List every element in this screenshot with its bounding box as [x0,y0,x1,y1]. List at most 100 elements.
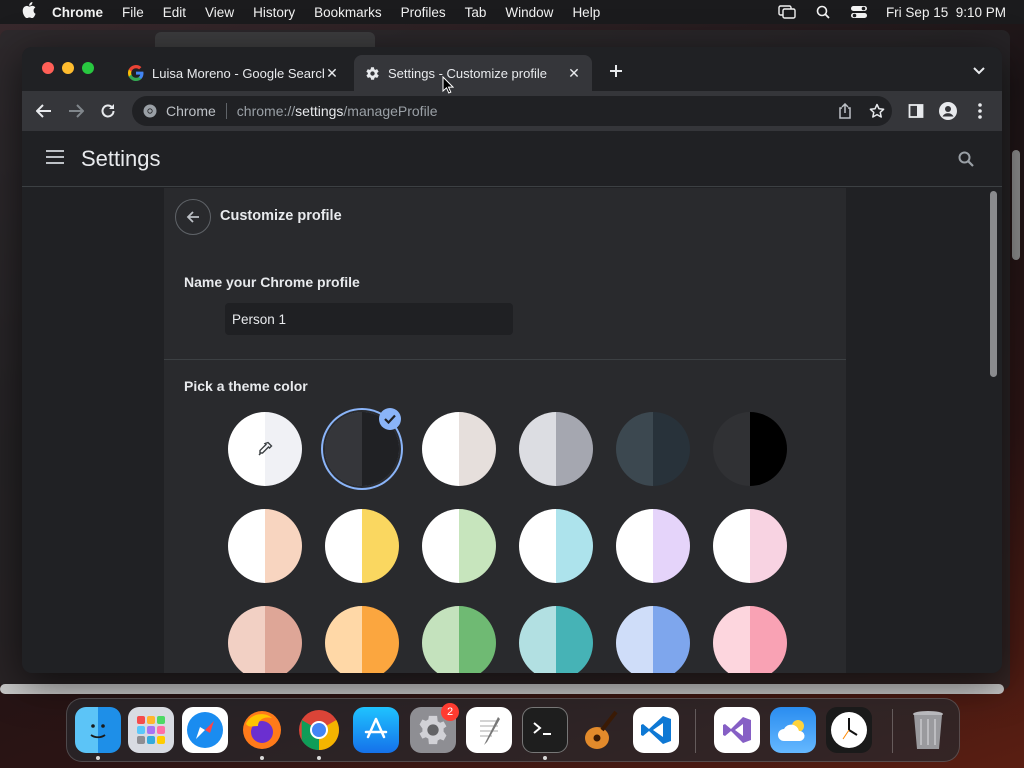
theme-color-swatch[interactable] [228,606,302,673]
menu-bookmarks[interactable]: Bookmarks [314,5,382,20]
menu-edit[interactable]: Edit [163,5,186,20]
theme-color-swatch[interactable] [422,412,496,486]
swatch-left-half [616,606,653,673]
window-zoom-button[interactable] [82,62,94,74]
theme-color-swatch[interactable] [422,606,496,673]
theme-color-swatch[interactable] [325,509,399,583]
page-title: Settings [81,146,161,171]
bookmark-star-icon[interactable] [868,102,886,120]
terminal-icon[interactable] [522,707,568,753]
window-close-button[interactable] [42,62,54,74]
menu-app-name[interactable]: Chrome [52,5,103,20]
mouse-cursor-icon [442,75,455,94]
profile-avatar-icon[interactable] [938,101,958,121]
tab-settings-customize-profile[interactable]: Settings - Customize profile ✕ [354,55,592,91]
share-icon[interactable] [836,102,854,120]
tab-title: Luisa Moreno - Google Search [152,65,324,81]
browser-toolbar: Chrome chrome://settings/manageProfile [22,91,1002,131]
apple-menu-icon[interactable] [18,2,40,22]
customize-profile-card: Customize profile Name your Chrome profi… [164,188,846,673]
swatch-right-half [750,509,787,583]
swatch-right-half [653,606,690,673]
menu-view[interactable]: View [205,5,234,20]
swatch-right-half [362,606,399,673]
control-center-icon[interactable] [850,5,868,19]
swatch-left-half [713,606,750,673]
app-store-icon[interactable] [353,707,399,753]
theme-color-swatch[interactable] [325,606,399,673]
eyedropper-icon [256,440,274,458]
theme-color-swatch[interactable] [519,606,593,673]
swatch-left-half [422,509,459,583]
dock-separator [892,709,893,753]
menubar-clock[interactable]: Fri Sep 15 9:10 PM [886,5,1006,20]
theme-color-swatch[interactable] [713,606,787,673]
menu-history[interactable]: History [253,5,295,20]
garageband-icon[interactable] [577,707,623,753]
safari-icon[interactable] [182,707,228,753]
page-scrollbar-thumb[interactable] [990,191,997,377]
theme-color-swatch[interactable] [422,509,496,583]
hamburger-menu-icon[interactable] [46,150,64,168]
dock-running-indicator [96,756,100,760]
forward-arrow-icon[interactable] [66,101,86,121]
swatch-right-half [750,412,787,486]
swatch-left-half [422,412,459,486]
theme-color-swatch[interactable] [616,412,690,486]
more-menu-icon[interactable] [970,101,990,121]
settings-header: Settings [22,131,1002,187]
trash-icon[interactable] [905,707,951,753]
visual-studio-icon[interactable] [714,707,760,753]
menu-tab[interactable]: Tab [465,5,487,20]
tab-google-search[interactable]: Luisa Moreno - Google Search ✕ [118,55,350,91]
tab-search-chevron-down-icon[interactable] [970,62,988,80]
back-arrow-icon [186,211,199,223]
profile-name-input[interactable] [225,303,513,335]
weather-icon[interactable] [770,707,816,753]
menu-profiles[interactable]: Profiles [401,5,446,20]
theme-color-swatch[interactable] [713,509,787,583]
url-host: settings [295,103,344,119]
swatch-left-half [325,412,362,486]
chrome-icon[interactable] [296,707,342,753]
menu-file[interactable]: File [122,5,144,20]
window-minimize-button[interactable] [62,62,74,74]
chrome-logo-icon [142,103,158,119]
swatch-left-half [616,509,653,583]
spotlight-search-icon[interactable] [814,5,832,19]
theme-color-swatch[interactable] [616,509,690,583]
tab-close-icon[interactable]: ✕ [324,65,340,81]
back-arrow-icon[interactable] [34,101,54,121]
swatch-right-half [750,606,787,673]
theme-color-swatch[interactable] [228,509,302,583]
settings-search-icon[interactable] [958,151,976,169]
side-panel-icon[interactable] [906,101,926,121]
back-button[interactable] [175,199,211,235]
vscode-icon[interactable] [633,707,679,753]
textedit-icon[interactable] [466,707,512,753]
theme-color-swatch[interactable] [519,412,593,486]
swatch-right-half [459,412,496,486]
menu-help[interactable]: Help [572,5,600,20]
selected-checkmark-icon [379,408,401,430]
swatch-right-half [556,606,593,673]
background-window-scrollbar-horizontal [0,684,1004,694]
notification-badge: 2 [441,703,459,721]
customize-profile-heading: Customize profile [220,208,342,224]
finder-icon[interactable] [75,707,121,753]
screen-mirroring-icon[interactable] [778,5,796,19]
theme-color-swatch[interactable] [519,509,593,583]
background-window-scrollbar [1012,150,1020,260]
menu-window[interactable]: Window [505,5,553,20]
firefox-icon[interactable] [239,707,285,753]
reload-icon[interactable] [98,101,118,121]
tab-close-icon[interactable]: ✕ [566,65,582,81]
new-tab-button[interactable] [606,61,626,81]
theme-color-swatch[interactable] [713,412,787,486]
clock-icon[interactable] [826,707,872,753]
launchpad-icon[interactable] [128,707,174,753]
site-chip[interactable]: Chrome [166,103,216,119]
theme-color-swatch[interactable] [616,606,690,673]
macos-dock: 2 [66,698,960,762]
address-bar[interactable]: Chrome chrome://settings/manageProfile [132,96,892,126]
